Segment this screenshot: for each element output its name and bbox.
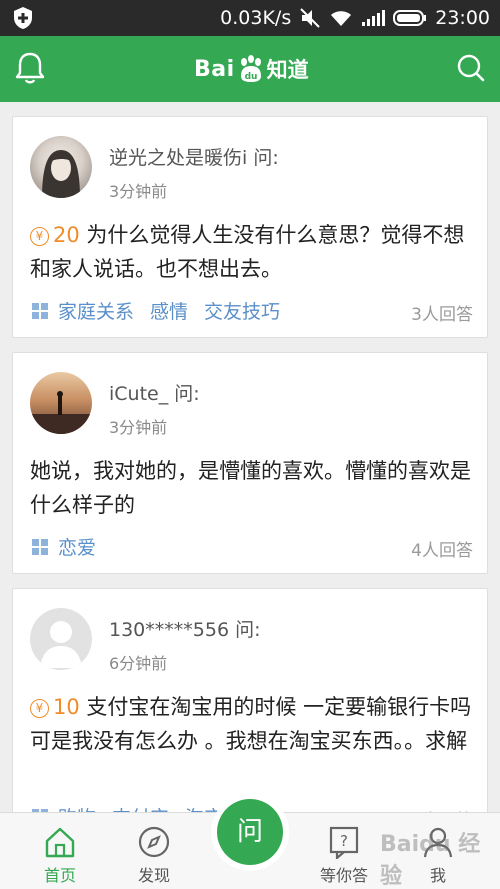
battery-icon bbox=[393, 10, 427, 26]
asker-name[interactable]: 130*****556 问: bbox=[109, 615, 260, 642]
coin-icon: ¥ bbox=[30, 699, 49, 718]
grid-icon bbox=[32, 302, 48, 319]
search-icon[interactable] bbox=[456, 53, 486, 83]
avatar[interactable] bbox=[30, 608, 92, 670]
question-time: 3分钟前 bbox=[109, 182, 168, 201]
asker-name[interactable]: iCute_ 问: bbox=[109, 379, 200, 406]
question-icon: ? bbox=[329, 826, 359, 859]
answer-count: 4人回答 bbox=[411, 541, 473, 561]
nav-waiting[interactable]: ? 等你答 bbox=[304, 813, 384, 889]
question-text[interactable]: ¥20 为什么觉得人生没有什么意思？觉得不想和家人说话。也不想出去。 bbox=[30, 218, 478, 286]
tag-link[interactable]: 感情 bbox=[150, 297, 188, 324]
nav-home[interactable]: 首页 bbox=[20, 813, 100, 889]
question-card[interactable]: iCute_ 问: 3分钟前 她说，我对她的，是懵懂的喜欢。懵懂的喜欢是什么样子… bbox=[12, 352, 488, 574]
tag-list: 家庭关系 感情 交友技巧 bbox=[32, 297, 296, 324]
wifi-icon bbox=[331, 11, 352, 26]
bell-icon[interactable] bbox=[14, 51, 46, 85]
question-text[interactable]: 她说，我对她的，是懵懂的喜欢。懵懂的喜欢是什么样子的 bbox=[30, 454, 478, 522]
network-speed: 0.03K/s bbox=[220, 7, 292, 29]
logo-text-du: du bbox=[244, 72, 257, 82]
question-time: 6分钟前 bbox=[109, 654, 168, 673]
nav-label: 首页 bbox=[43, 866, 76, 885]
tag-link[interactable]: 家庭关系 bbox=[58, 297, 134, 324]
nav-label: 等你答 bbox=[319, 866, 368, 885]
asker-name[interactable]: 逆光之处是暖伤i 问: bbox=[109, 143, 279, 170]
coin-icon: ¥ bbox=[30, 227, 49, 246]
logo-text-zhidao: 知道 bbox=[266, 58, 309, 82]
app-header: Bai du 知道 bbox=[0, 36, 500, 102]
tag-link[interactable]: 恋爱 bbox=[58, 533, 96, 560]
nav-label: 发现 bbox=[137, 866, 170, 885]
logo-text-bai: Bai bbox=[194, 56, 235, 82]
question-text[interactable]: ¥10 支付宝在淘宝用的时候 一定要输银行卡吗 可是我没有怎么办 。我想在淘宝买… bbox=[30, 690, 478, 758]
avatar-sunset-image bbox=[30, 391, 92, 434]
signal-icon bbox=[362, 10, 386, 26]
question-body: 为什么觉得人生没有什么意思？觉得不想和家人说话。也不想出去。 bbox=[30, 223, 465, 281]
reward-amount: 20 bbox=[53, 223, 80, 247]
default-avatar-icon bbox=[40, 621, 82, 668]
status-bar: 0.03K/s 23:00 bbox=[0, 0, 500, 36]
question-body: 她说，我对她的，是懵懂的喜欢。懵懂的喜欢是什么样子的 bbox=[30, 459, 471, 517]
question-time: 3分钟前 bbox=[109, 418, 168, 437]
avatar-girl-image bbox=[42, 150, 80, 198]
question-card[interactable]: 逆光之处是暖伤i 问: 3分钟前 ¥20 为什么觉得人生没有什么意思？觉得不想和… bbox=[12, 116, 488, 338]
svg-text:?: ? bbox=[340, 832, 348, 850]
avatar[interactable] bbox=[30, 136, 92, 198]
home-icon bbox=[45, 827, 75, 858]
tag-link[interactable]: 交友技巧 bbox=[204, 297, 280, 324]
question-body: 支付宝在淘宝用的时候 一定要输银行卡吗 可是我没有怎么办 。我想在淘宝买东西。。… bbox=[30, 695, 472, 753]
avatar[interactable] bbox=[30, 372, 92, 434]
baidu-zhidao-logo: Bai du 知道 bbox=[194, 52, 309, 86]
nav-discover[interactable]: 发现 bbox=[114, 813, 194, 889]
shield-icon bbox=[14, 7, 32, 29]
ask-question-button[interactable]: 问 bbox=[217, 799, 283, 865]
grid-icon bbox=[32, 538, 48, 555]
paw-logo-icon: du bbox=[240, 55, 261, 82]
answer-count: 3人回答 bbox=[411, 305, 473, 325]
compass-icon bbox=[138, 826, 170, 858]
mute-icon bbox=[300, 8, 320, 28]
tag-list: 恋爱 bbox=[32, 533, 112, 560]
reward-amount: 10 bbox=[53, 695, 80, 719]
watermark: Baidu 经验 bbox=[380, 832, 481, 889]
clock: 23:00 bbox=[435, 7, 490, 29]
